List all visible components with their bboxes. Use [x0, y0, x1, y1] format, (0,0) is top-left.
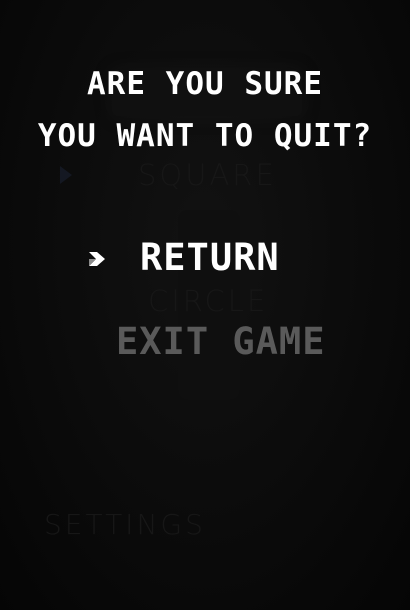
return-button[interactable]: RETURN: [140, 236, 280, 279]
background-item-circle: CIRCLE: [148, 284, 269, 318]
chevron-right-icon: [89, 252, 105, 266]
title-line-2: YOU WANT TO QUIT?: [37, 118, 373, 154]
exit-game-button[interactable]: EXIT GAME: [116, 320, 325, 363]
background-item-square: SQUARE: [138, 158, 277, 192]
game-screen: SQUARE CIRCLE SETTINGS ARE YOU SURE YOU …: [0, 0, 410, 610]
title-line-1: ARE YOU SURE: [87, 66, 323, 102]
arrow-left-icon: [60, 166, 72, 184]
quit-confirmation-title: ARE YOU SURE YOU WANT TO QUIT?: [0, 58, 410, 162]
background-item-settings: SETTINGS: [44, 508, 206, 541]
